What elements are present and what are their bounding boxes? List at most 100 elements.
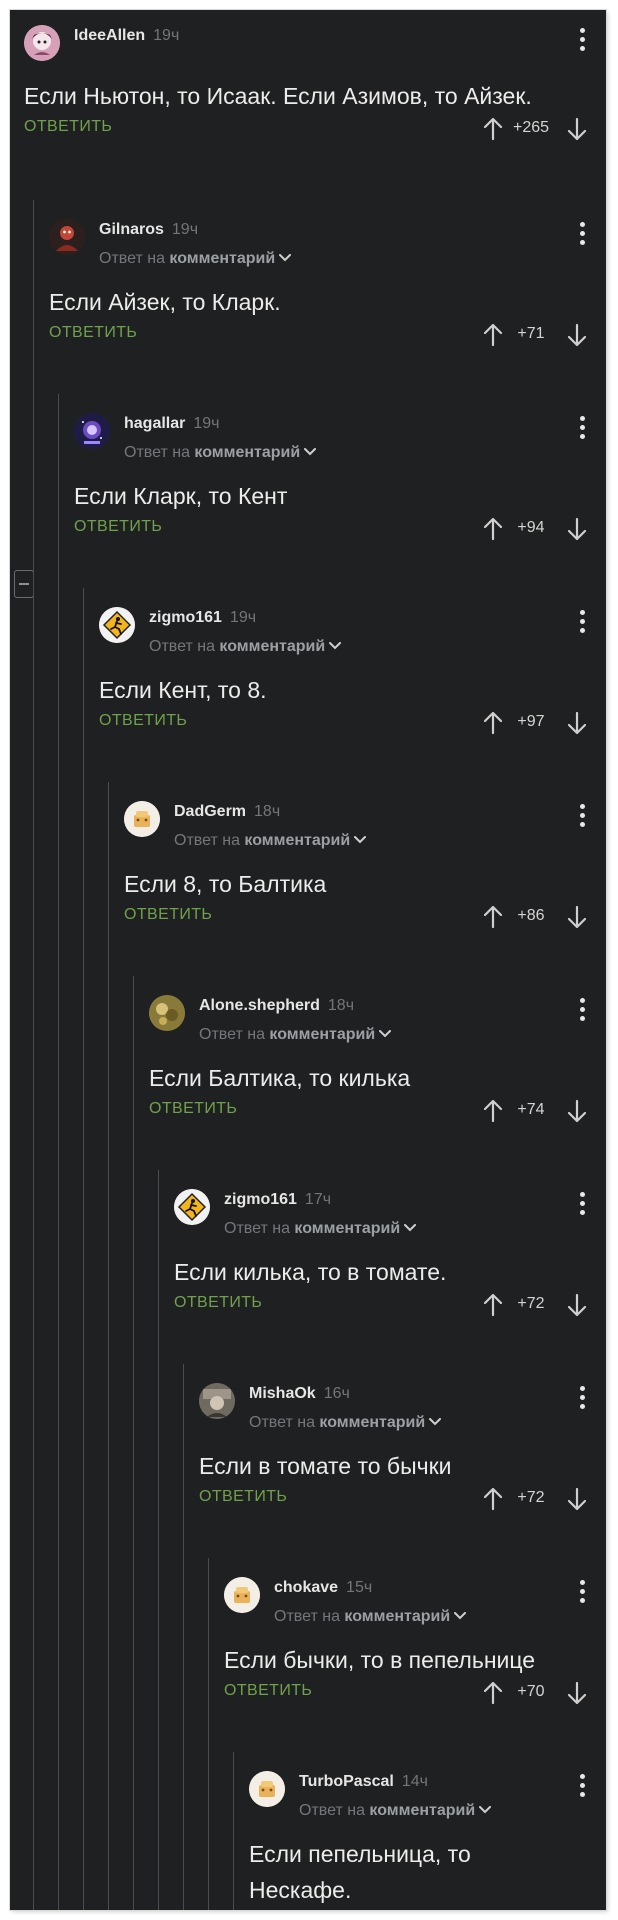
avatar[interactable] [149,995,185,1031]
more-options-icon[interactable] [572,1188,592,1218]
avatar[interactable] [99,607,135,643]
avatar[interactable] [74,413,110,449]
reply-to-link[interactable]: комментарий [269,1026,375,1043]
reply-button[interactable]: ОТВЕТИТЬ [199,1488,287,1506]
thread-indent-line[interactable] [33,200,34,1910]
thread-indent-line[interactable] [208,1558,209,1910]
avatar[interactable] [199,1383,235,1419]
reply-to-link[interactable]: комментарий [169,250,275,267]
username-text[interactable]: zigmo161 [224,1191,297,1208]
more-options-icon[interactable] [572,1576,592,1606]
avatar[interactable] [24,25,60,61]
avatar[interactable] [224,1577,260,1613]
username-text[interactable]: chokave [274,1579,338,1596]
reply-button[interactable]: ОТВЕТИТЬ [149,1100,237,1118]
upvote-icon[interactable] [482,1680,504,1706]
chevron-down-icon[interactable] [279,251,292,265]
username-text[interactable]: hagallar [124,415,185,432]
downvote-icon[interactable] [566,710,588,736]
username-text[interactable]: Alone.shepherd [199,997,320,1014]
reply-to-info: Ответ на комментарий [274,1608,467,1626]
avatar[interactable] [174,1189,210,1225]
username[interactable]: chokave 15ч [274,1579,372,1597]
collapse-thread-button[interactable] [14,570,34,598]
chevron-down-icon[interactable] [429,1415,442,1429]
reply-to-link[interactable]: комментарий [219,638,325,655]
downvote-icon[interactable] [566,904,588,930]
reply-button[interactable]: ОТВЕТИТЬ [174,1294,262,1312]
rating-score: +70 [517,1683,545,1700]
chevron-down-icon[interactable] [454,1609,467,1623]
username-text[interactable]: DadGerm [174,803,246,820]
thread-indent-line[interactable] [233,1752,234,1910]
more-options-icon[interactable] [572,800,592,830]
downvote-icon[interactable] [566,1098,588,1124]
chevron-down-icon[interactable] [304,445,317,459]
upvote-icon[interactable] [482,322,504,348]
reply-to-link[interactable]: комментарий [319,1414,425,1431]
comment: zigmo161 17ч Ответ на комментарий Если киль… [174,1174,606,1368]
thread-indent-line[interactable] [158,1170,159,1910]
avatar[interactable] [124,801,160,837]
comment: TurboPascal 14ч Ответ на комментарий Если п… [249,1756,606,1910]
thread-indent-line[interactable] [133,976,134,1910]
more-options-icon[interactable] [572,218,592,248]
username[interactable]: IdeeAllen 19ч [74,27,179,45]
reply-to-link[interactable]: комментарий [344,1608,450,1625]
reply-button[interactable]: ОТВЕТИТЬ [124,906,212,924]
thread-indent-line[interactable] [108,782,109,1910]
username[interactable]: MishaOk 16ч [249,1385,350,1403]
upvote-icon[interactable] [482,116,504,142]
thread-indent-line[interactable] [83,588,84,1910]
upvote-icon[interactable] [482,1486,504,1512]
more-options-icon[interactable] [572,606,592,636]
username[interactable]: TurboPascal 14ч [299,1773,428,1791]
reply-to-link[interactable]: комментарий [369,1802,475,1819]
more-options-icon[interactable] [572,412,592,442]
downvote-icon[interactable] [566,1292,588,1318]
thread-indent-line[interactable] [58,394,59,1910]
username-text[interactable]: IdeeAllen [74,27,145,44]
chevron-down-icon[interactable] [479,1803,492,1817]
downvote-icon[interactable] [566,322,588,348]
downvote-icon[interactable] [566,116,588,142]
more-options-icon[interactable] [572,994,592,1024]
reply-button[interactable]: ОТВЕТИТЬ [49,324,137,342]
downvote-icon[interactable] [566,516,588,542]
downvote-icon[interactable] [566,1680,588,1706]
avatar[interactable] [49,219,85,255]
avatar[interactable] [249,1771,285,1807]
more-options-icon[interactable] [572,1770,592,1800]
chevron-down-icon[interactable] [354,833,367,847]
reply-button[interactable]: ОТВЕТИТЬ [74,518,162,536]
chevron-down-icon[interactable] [329,639,342,653]
username-text[interactable]: zigmo161 [149,609,222,626]
comment-text: Если 8, то Балтика [124,871,327,897]
reply-button[interactable]: ОТВЕТИТЬ [224,1682,312,1700]
upvote-icon[interactable] [482,516,504,542]
upvote-icon[interactable] [482,904,504,930]
username[interactable]: Gilnaros 19ч [99,221,198,239]
username[interactable]: DadGerm 18ч [174,803,280,821]
reply-button[interactable]: ОТВЕТИТЬ [24,118,112,136]
thread-indent-line[interactable] [183,1364,184,1910]
username[interactable]: zigmo161 19ч [149,609,256,627]
chevron-down-icon[interactable] [404,1221,417,1235]
username-text[interactable]: MishaOk [249,1385,316,1402]
upvote-icon[interactable] [482,1292,504,1318]
more-options-icon[interactable] [572,24,592,54]
chevron-down-icon[interactable] [379,1027,392,1041]
reply-to-link[interactable]: комментарий [194,444,300,461]
username[interactable]: zigmo161 17ч [224,1191,331,1209]
upvote-icon[interactable] [482,1098,504,1124]
username-text[interactable]: TurboPascal [299,1773,394,1790]
username[interactable]: Alone.shepherd 18ч [199,997,354,1015]
reply-to-link[interactable]: комментарий [294,1220,400,1237]
username[interactable]: hagallar 19ч [124,415,220,433]
reply-to-link[interactable]: комментарий [244,832,350,849]
downvote-icon[interactable] [566,1486,588,1512]
username-text[interactable]: Gilnaros [99,221,164,238]
more-options-icon[interactable] [572,1382,592,1412]
reply-button[interactable]: ОТВЕТИТЬ [99,712,187,730]
upvote-icon[interactable] [482,710,504,736]
